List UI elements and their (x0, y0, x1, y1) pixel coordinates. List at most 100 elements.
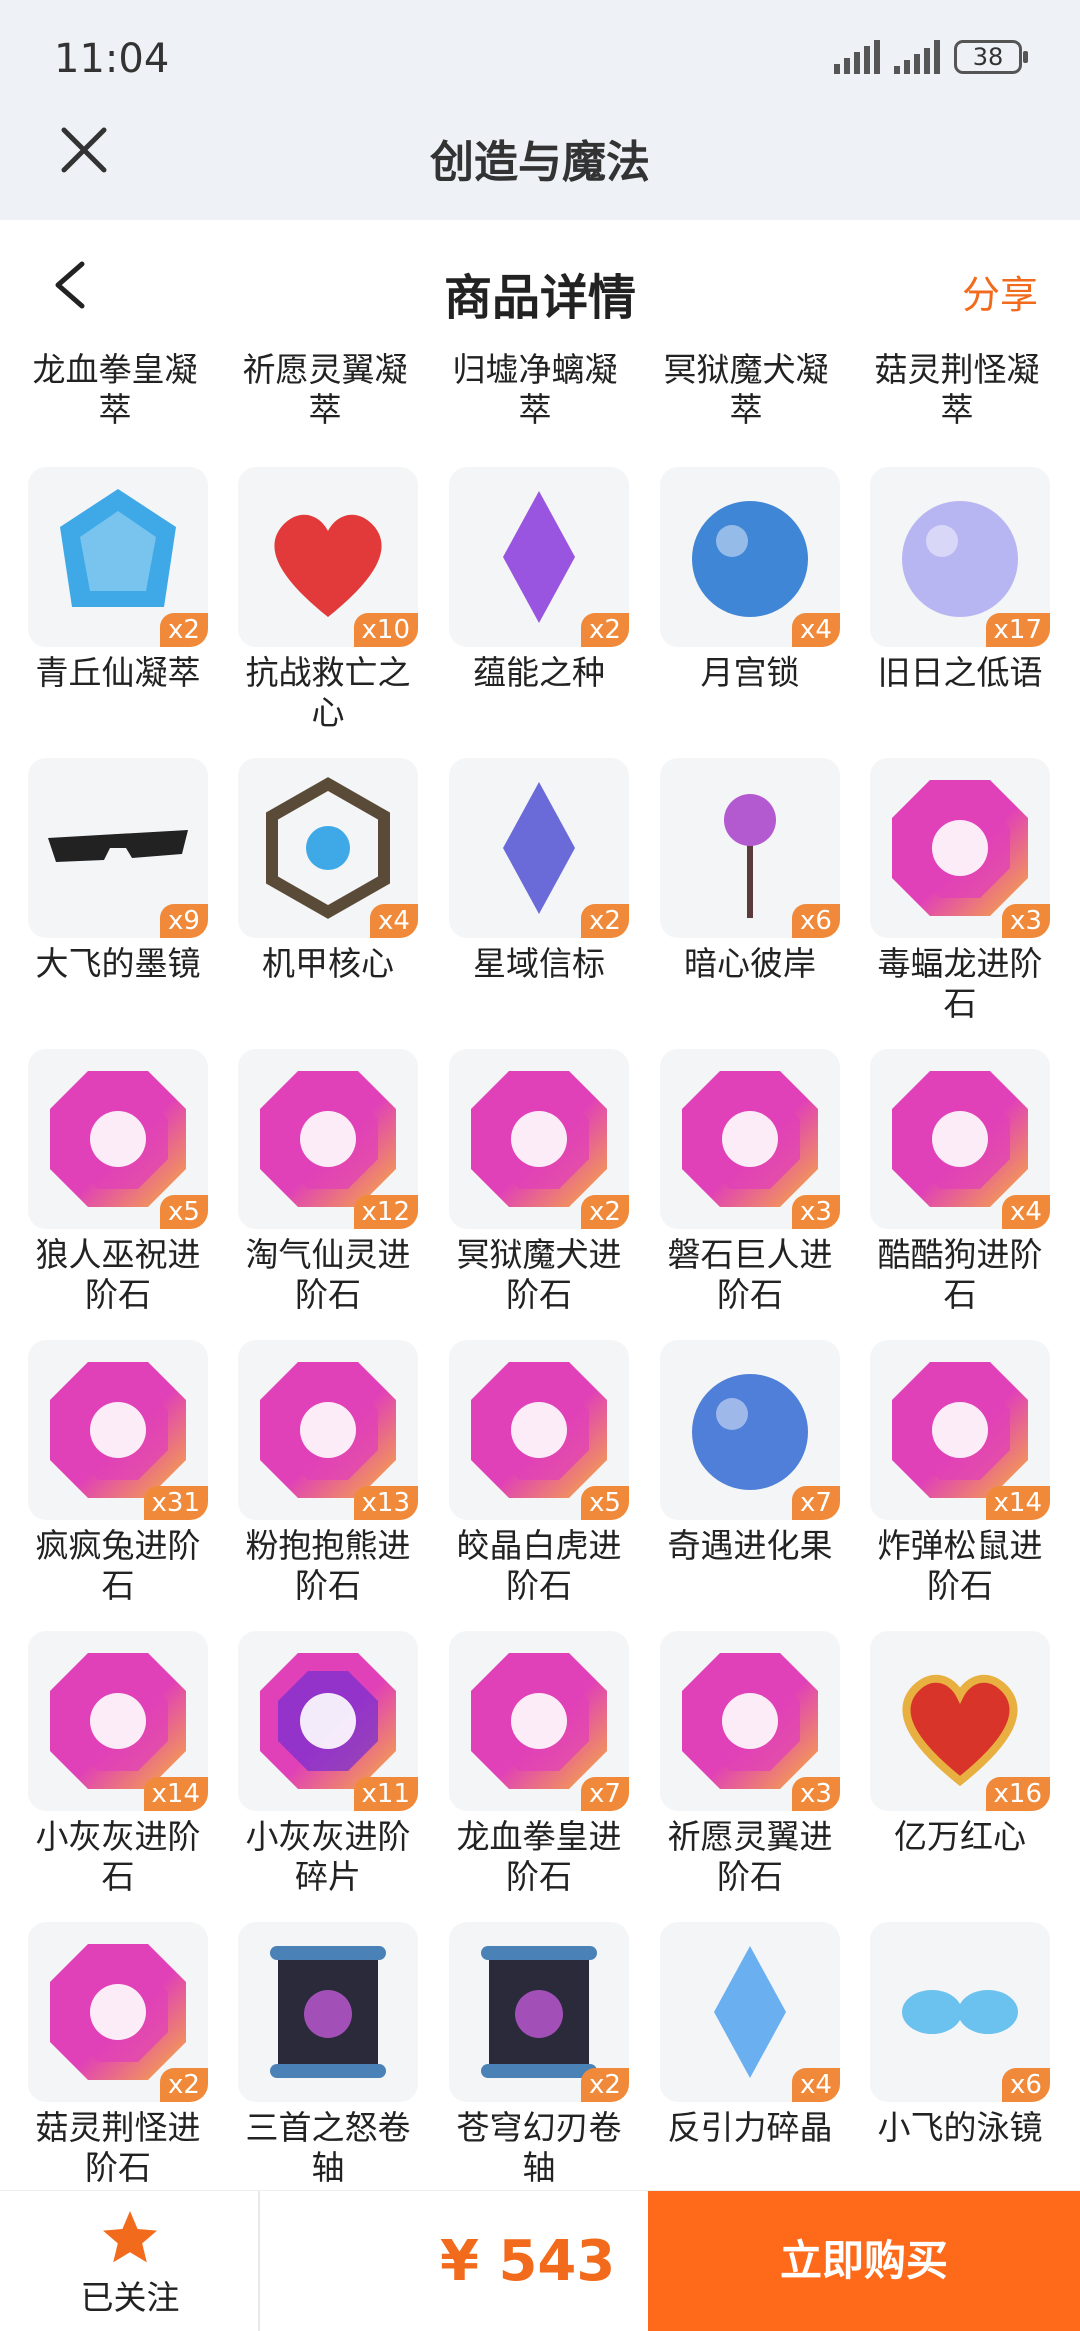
quantity-badge: x6 (792, 904, 840, 938)
item-label: 冥狱魔犬凝萃 (663, 350, 829, 429)
quantity-badge: x7 (581, 1777, 629, 1811)
partial-item-row: 龙血拳皇凝萃 祈愿灵翼凝萃 归墟净螭凝萃 冥狱魔犬凝萃 菇灵荆怪凝萃 (0, 350, 1080, 450)
quantity-badge: x17 (985, 613, 1050, 647)
signal-icon-2 (894, 40, 940, 74)
item-tile: x4 (660, 1922, 840, 2102)
page-header: 商品详情 分享 (0, 220, 1080, 350)
app-title: 创造与魔法 (430, 137, 650, 188)
item-tile: x3 (870, 758, 1050, 938)
item-label: 冥狱魔犬进阶石 (456, 1235, 622, 1314)
quantity-badge: x2 (581, 904, 629, 938)
buy-now-button[interactable]: 立即购买 (648, 2191, 1080, 2331)
item-label: 疯疯兔进阶石 (35, 1526, 201, 1605)
signal-icon (834, 40, 880, 74)
quantity-badge: x2 (581, 2068, 629, 2102)
quantity-badge: x2 (160, 2068, 208, 2102)
quantity-badge: x2 (160, 613, 208, 647)
item-label: 磐石巨人进阶石 (667, 1235, 833, 1314)
battery-icon: 38 (954, 40, 1028, 74)
quantity-badge: x14 (985, 1486, 1050, 1520)
item-tile: x5 (28, 1049, 208, 1229)
quantity-badge: x11 (353, 1777, 418, 1811)
item-label: 祈愿灵翼进阶石 (667, 1817, 833, 1896)
quantity-badge: x4 (792, 2068, 840, 2102)
item-tile: x14 (870, 1340, 1050, 1520)
quantity-badge: x9 (160, 904, 208, 938)
item-label: 星域信标 (473, 944, 605, 983)
quantity-badge: x3 (792, 1777, 840, 1811)
scroll-three-heads-icon (270, 1946, 386, 2078)
item-tile: x2 (449, 467, 629, 647)
item-tile: x16 (870, 1631, 1050, 1811)
item-label: 皎晶白虎进阶石 (456, 1526, 622, 1605)
item-label: 龙血拳皇进阶石 (456, 1817, 622, 1896)
follow-label: 已关注 (80, 2278, 180, 2317)
item-tile: x2 (449, 1922, 629, 2102)
quantity-badge: x2 (581, 613, 629, 647)
star-icon (103, 2211, 157, 2263)
item-tile: x9 (28, 758, 208, 938)
item-label: 奇遇进化果 (667, 1526, 833, 1565)
item-tile: x6 (870, 1922, 1050, 2102)
item-tile: x2 (449, 758, 629, 938)
item-tile: x4 (238, 758, 418, 938)
quantity-badge: x13 (353, 1486, 418, 1520)
item-tile: x31 (28, 1340, 208, 1520)
item-label: 毒蝠龙进阶石 (877, 944, 1043, 1023)
quantity-badge: x4 (1002, 1195, 1050, 1229)
item-tile: x7 (660, 1340, 840, 1520)
item-label: 抗战救亡之心 (245, 653, 411, 732)
quantity-badge: x14 (143, 1777, 208, 1811)
follow-button[interactable]: 已关注 (40, 2201, 220, 2321)
quantity-badge: x31 (143, 1486, 208, 1520)
quantity-badge: x5 (160, 1195, 208, 1229)
item-label: 青丘仙凝萃 (35, 653, 201, 692)
item-label: 菇灵荆怪进阶石 (35, 2108, 201, 2187)
item-label: 暗心彼岸 (684, 944, 816, 983)
item-label: 祈愿灵翼凝萃 (242, 350, 408, 429)
item-tile: x14 (28, 1631, 208, 1811)
bottom-bar: 已关注 ¥ 543 立即购买 (0, 2190, 1080, 2331)
divider (258, 2191, 260, 2331)
item-label: 酷酷狗进阶石 (877, 1235, 1043, 1314)
item-label: 菇灵荆怪凝萃 (874, 350, 1040, 429)
quantity-badge: x3 (1002, 904, 1050, 938)
page-title: 商品详情 (443, 270, 636, 326)
item-tile: x12 (238, 1049, 418, 1229)
item-label: 苍穹幻刃卷轴 (456, 2108, 622, 2187)
item-tile: x3 (660, 1631, 840, 1811)
quantity-badge: x4 (792, 613, 840, 647)
item-tile: x13 (238, 1340, 418, 1520)
item-label: 月宫锁 (700, 653, 800, 692)
item-tile: x3 (660, 1049, 840, 1229)
item-label: 炸弹松鼠进阶石 (877, 1526, 1043, 1605)
quantity-badge: x6 (1002, 2068, 1050, 2102)
quantity-badge: x16 (985, 1777, 1050, 1811)
item-label: 小灰灰进阶碎片 (245, 1817, 411, 1896)
item-label: 三首之怒卷轴 (245, 2108, 411, 2187)
item-tile: x7 (449, 1631, 629, 1811)
item-label: 亿万红心 (894, 1817, 1026, 1856)
item-tile: x4 (660, 467, 840, 647)
item-label: 大飞的墨镜 (35, 944, 201, 983)
item-label: 归墟净螭凝萃 (452, 350, 618, 429)
quantity-badge: x2 (581, 1195, 629, 1229)
share-link[interactable]: 分享 (962, 264, 1038, 319)
item-label: 淘气仙灵进阶石 (245, 1235, 411, 1314)
item-label: 蕴能之种 (473, 653, 605, 692)
item-tile: x17 (870, 467, 1050, 647)
quantity-badge: x12 (353, 1195, 418, 1229)
item-tile: x2 (449, 1049, 629, 1229)
item-tile: x10 (238, 467, 418, 647)
item-label: 龙血拳皇凝萃 (32, 350, 198, 429)
price: ¥ 543 (440, 2229, 616, 2294)
status-time: 11:04 (54, 36, 170, 82)
item-label: 小飞的泳镜 (877, 2108, 1043, 2147)
quantity-badge: x5 (581, 1486, 629, 1520)
status-icons: 38 (834, 40, 1028, 74)
item-label: 旧日之低语 (877, 653, 1043, 692)
item-tile: x11 (238, 1631, 418, 1811)
item-tile: x2 (28, 467, 208, 647)
item-label: 小灰灰进阶石 (35, 1817, 201, 1896)
item-label: 狼人巫祝进阶石 (35, 1235, 201, 1314)
